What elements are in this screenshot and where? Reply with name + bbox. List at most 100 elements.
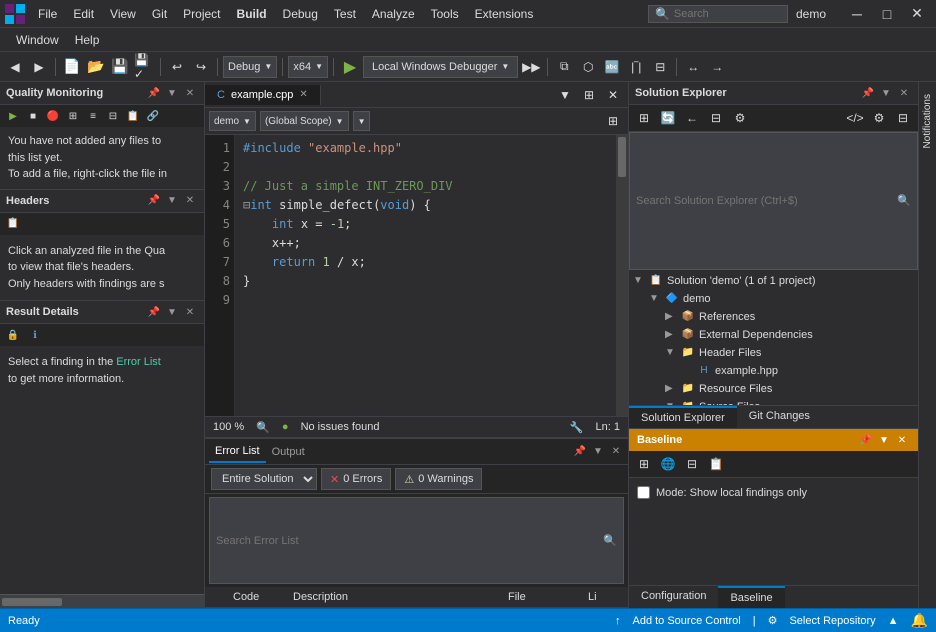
baseline-pin-icon[interactable]: 📌 xyxy=(858,432,874,448)
solution-dropdown-icon[interactable]: ▼ xyxy=(878,85,894,101)
git-changes-tab[interactable]: Git Changes xyxy=(737,406,822,428)
qm-dropdown-icon[interactable]: ▼ xyxy=(164,85,180,101)
col-line[interactable]: Li xyxy=(584,589,624,605)
baseline-btn3[interactable]: ⊟ xyxy=(681,453,703,475)
qm-pin-icon[interactable]: 📌 xyxy=(146,85,162,101)
notifications-label[interactable]: Notifications xyxy=(922,86,933,156)
baseline-btn1[interactable]: ⊞ xyxy=(633,453,655,475)
menu-extensions[interactable]: Extensions xyxy=(467,5,542,23)
col-description[interactable]: Description xyxy=(289,589,504,605)
editor-tab-example-cpp[interactable]: C example.cpp ✕ xyxy=(205,85,321,105)
baseline-btn4[interactable]: 📋 xyxy=(705,453,727,475)
header-expand-icon[interactable]: ▼ xyxy=(665,347,677,358)
solution-close-icon[interactable]: ✕ xyxy=(896,85,912,101)
platform-dropdown[interactable]: x64 ▼ xyxy=(288,56,328,78)
headers-close-icon[interactable]: ✕ xyxy=(182,193,198,209)
tb-btn8[interactable]: ⬡ xyxy=(577,56,599,78)
start-debug-button[interactable]: ▶ xyxy=(339,56,361,78)
qm-btn3[interactable]: 🔴 xyxy=(44,107,62,125)
sol-btn1[interactable]: ⊞ xyxy=(633,107,655,129)
tab-close-all-icon[interactable]: ✕ xyxy=(602,84,624,106)
result-pin-icon[interactable]: 📌 xyxy=(146,304,162,320)
attach-button[interactable]: ▶▶ xyxy=(520,56,542,78)
tree-item-external-deps[interactable]: ▶ 📦 External Dependencies xyxy=(629,326,918,344)
menu-debug[interactable]: Debug xyxy=(275,5,326,23)
sol-btn8[interactable]: ⊟ xyxy=(892,107,914,129)
restore-button[interactable]: □ xyxy=(872,4,902,24)
errors-button[interactable]: ✕ 0 Errors xyxy=(321,468,391,490)
bell-icon[interactable]: 🔔 xyxy=(911,612,928,629)
solution-search-bar[interactable]: 🔍 xyxy=(629,132,918,270)
search-box[interactable]: 🔍 xyxy=(648,5,788,23)
qm-btn6[interactable]: ⊟ xyxy=(104,107,122,125)
editor-scrollbar-thumb[interactable] xyxy=(618,137,626,177)
demo-expand-icon[interactable]: ▼ xyxy=(649,293,661,304)
result-close-icon[interactable]: ✕ xyxy=(182,304,198,320)
close-button[interactable]: ✕ xyxy=(902,4,932,24)
zoom-level[interactable]: 100 % xyxy=(213,421,244,433)
tree-item-header-files[interactable]: ▼ 📁 Header Files xyxy=(629,344,918,362)
debugger-dropdown[interactable]: Local Windows Debugger ▼ xyxy=(363,56,518,78)
solution-expand-icon[interactable]: ▼ xyxy=(633,275,645,286)
refs-expand-icon[interactable]: ▶ xyxy=(665,311,677,322)
save-button[interactable]: 💾 xyxy=(109,56,131,78)
add-to-source-control-label[interactable]: Add to Source Control xyxy=(632,615,740,627)
output-tab[interactable]: Output xyxy=(266,442,311,462)
tb-btn10[interactable]: |‾| xyxy=(625,56,647,78)
editor-scrollbar[interactable] xyxy=(616,135,628,416)
file-context-dropdown[interactable]: demo ▼ xyxy=(209,111,256,131)
menu-build[interactable]: Build xyxy=(229,5,275,23)
tree-item-source-files[interactable]: ▼ 📁 Source Files xyxy=(629,398,918,406)
solution-pin-icon[interactable]: 📌 xyxy=(860,85,876,101)
tab-expand-icon[interactable]: ⊞ xyxy=(578,84,600,106)
menu-analyze[interactable]: Analyze xyxy=(364,5,423,23)
member-dropdown[interactable]: ▼ xyxy=(353,111,371,131)
menu-file[interactable]: File xyxy=(30,5,65,23)
minimize-button[interactable]: ─ xyxy=(842,4,872,24)
baseline-dropdown-icon[interactable]: ▼ xyxy=(876,432,892,448)
result-dropdown-icon[interactable]: ▼ xyxy=(164,304,180,320)
configuration-tab[interactable]: Configuration xyxy=(629,586,718,608)
error-close-icon[interactable]: ✕ xyxy=(608,444,624,460)
baseline-mode-checkbox[interactable] xyxy=(637,486,650,499)
error-filter-dropdown[interactable]: Entire Solution xyxy=(211,468,317,490)
undo-button[interactable]: ↩ xyxy=(166,56,188,78)
search-input[interactable] xyxy=(674,8,774,20)
save-all-button[interactable]: 💾✓ xyxy=(133,56,155,78)
headers-dropdown-icon[interactable]: ▼ xyxy=(164,193,180,209)
code-content[interactable]: #include "example.hpp" // Just a simple … xyxy=(235,135,616,416)
sol-btn4[interactable]: ⊟ xyxy=(705,107,727,129)
tab-close-icon[interactable]: ✕ xyxy=(299,89,307,100)
tree-item-demo[interactable]: ▼ 🔷 demo xyxy=(629,290,918,308)
qm-btn5[interactable]: ≡ xyxy=(84,107,102,125)
back-button[interactable]: ◀ xyxy=(4,56,26,78)
solution-explorer-tab[interactable]: Solution Explorer xyxy=(629,406,737,428)
baseline-close-icon[interactable]: ✕ xyxy=(894,432,910,448)
headers-icon-btn[interactable]: 📋 xyxy=(4,215,22,233)
col-code[interactable]: Code xyxy=(229,589,289,605)
error-list-tab[interactable]: Error List xyxy=(209,441,266,463)
menu-project[interactable]: Project xyxy=(175,5,228,23)
debug-config-dropdown[interactable]: Debug ▼ xyxy=(223,56,277,78)
editor-expand-btn[interactable]: ⊞ xyxy=(602,110,624,132)
open-button[interactable]: 📂 xyxy=(85,56,107,78)
sol-btn5[interactable]: ⚙ xyxy=(729,107,751,129)
qm-close-icon[interactable]: ✕ xyxy=(182,85,198,101)
qm-btn2[interactable]: ■ xyxy=(24,107,42,125)
warnings-button[interactable]: ⚠ 0 Warnings xyxy=(395,468,482,490)
col-file[interactable]: File xyxy=(504,589,584,605)
menu-test[interactable]: Test xyxy=(326,5,364,23)
menu-view[interactable]: View xyxy=(102,5,144,23)
result-error-list-link[interactable]: Error List xyxy=(116,356,161,368)
left-panel-scrollbar[interactable] xyxy=(0,594,204,608)
error-pin-icon[interactable]: 📌 xyxy=(572,444,588,460)
qm-btn8[interactable]: 🔗 xyxy=(144,107,162,125)
sol-btn6[interactable]: </> xyxy=(844,107,866,129)
solution-search-icon[interactable]: 🔍 xyxy=(897,194,911,207)
tb-btn7[interactable]: ⧉ xyxy=(553,56,575,78)
menu-edit[interactable]: Edit xyxy=(65,5,102,23)
sol-btn7[interactable]: ⚙ xyxy=(868,107,890,129)
tree-item-solution[interactable]: ▼ 📋 Solution 'demo' (1 of 1 project) xyxy=(629,272,918,290)
tree-item-resource-files[interactable]: ▶ 📁 Resource Files xyxy=(629,380,918,398)
qm-play-icon[interactable]: ▶ xyxy=(4,107,22,125)
